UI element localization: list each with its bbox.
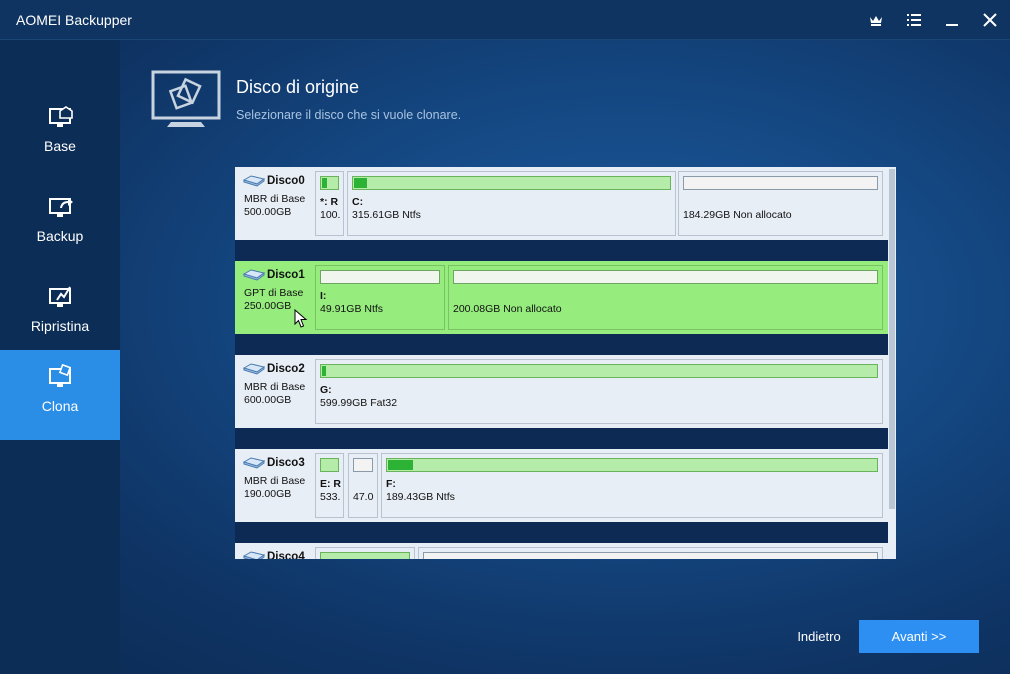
partition-letter: I:: [320, 290, 327, 302]
title-bar: AOMEI Backupper: [0, 0, 1010, 40]
partition-info: 315.61GB Ntfs: [352, 209, 421, 221]
partition[interactable]: C: 315.61GB Ntfs: [347, 171, 676, 236]
scrollbar-thumb[interactable]: [889, 169, 895, 509]
partition-usage-bar: [320, 458, 339, 472]
clone-monitor-icon: [48, 363, 74, 390]
partition-letter: E: R: [320, 478, 341, 490]
disk-size: 250.00GB: [244, 300, 292, 312]
disk-name: Disco1: [267, 269, 305, 281]
partition-letter: *: R: [320, 196, 339, 208]
next-button[interactable]: Avanti >>: [859, 620, 979, 653]
sidebar-item-ripristina[interactable]: Ripristina: [0, 270, 120, 360]
home-monitor-icon: [48, 104, 74, 130]
partition-info: 47.0: [353, 491, 374, 503]
disk-name: Disco3: [267, 457, 305, 469]
disk-clone-header-icon: [151, 70, 221, 128]
sidebar-item-clona[interactable]: Clona: [0, 350, 120, 440]
disk-size: 190.00GB: [244, 488, 292, 500]
sidebar-item-label: Base: [44, 138, 76, 154]
partition-info: 189.43GB Ntfs: [386, 491, 455, 503]
disk-name: Disco4: [267, 551, 305, 559]
partition-unallocated[interactable]: 184.29GB Non allocato: [678, 171, 883, 236]
menu-list-icon[interactable]: [904, 10, 924, 30]
disk-type: MBR di Base: [244, 193, 306, 205]
disk-row-disco2[interactable]: Disco2 MBR di Base 600.00GB G: 599.99GB …: [235, 355, 888, 428]
partition-usage-bar: [320, 552, 410, 559]
sidebar-item-label: Clona: [41, 398, 79, 414]
disk-icon: [243, 551, 265, 559]
partition-usage-bar: [353, 458, 373, 472]
upgrade-crown-icon[interactable]: [866, 10, 886, 30]
partition-letter: F:: [386, 478, 396, 490]
partition[interactable]: F: 189.43GB Ntfs: [381, 453, 883, 518]
disk-icon: [243, 175, 265, 187]
list-separator: [235, 428, 888, 449]
partition-unallocated[interactable]: 47.0: [348, 453, 378, 518]
disk-row-disco3[interactable]: Disco3 MBR di Base 190.00GB E: R 533. 47…: [235, 449, 888, 522]
disk-icon: [243, 363, 265, 375]
disk-name: Disco2: [267, 363, 305, 375]
backup-monitor-icon: [48, 194, 74, 220]
back-button[interactable]: Indietro: [786, 620, 852, 653]
disk-size: 500.00GB: [244, 206, 292, 218]
partition-usage-bar: [683, 176, 878, 190]
disk-row-disco0[interactable]: Disco0 MBR di Base 500.00GB *: R 100. C:…: [235, 167, 888, 240]
disk-size: 600.00GB: [244, 394, 292, 406]
partition[interactable]: [315, 547, 415, 559]
sidebar-item-base[interactable]: Base: [0, 90, 120, 180]
list-separator: [235, 240, 888, 261]
disk-row-disco1[interactable]: Disco1 GPT di Base 250.00GB I: 49.91GB N…: [235, 261, 888, 334]
disk-type: MBR di Base: [244, 381, 306, 393]
disk-type: GPT di Base: [244, 287, 304, 299]
sidebar-item-label: Backup: [36, 228, 84, 244]
list-separator: [235, 522, 888, 543]
disk-list: Disco0 MBR di Base 500.00GB *: R 100. C:…: [235, 167, 896, 559]
partition-usage-bar: [386, 458, 878, 472]
partition-info: 100.: [320, 209, 341, 221]
partition-unallocated[interactable]: [418, 547, 883, 559]
partition-info: 49.91GB Ntfs: [320, 303, 384, 315]
disk-row-disco4[interactable]: Disco4: [235, 543, 888, 559]
sidebar-item-backup[interactable]: Backup: [0, 180, 120, 270]
mouse-cursor-icon: [294, 308, 308, 329]
partition-usage-bar: [423, 552, 878, 559]
partition[interactable]: I: 49.91GB Ntfs: [315, 265, 445, 330]
partition-info: 599.99GB Fat32: [320, 397, 398, 409]
partition[interactable]: *: R 100.: [315, 171, 344, 236]
partition-usage-bar: [320, 176, 339, 190]
close-icon[interactable]: [980, 10, 1000, 30]
disk-type: MBR di Base: [244, 475, 306, 487]
partition-usage-bar: [320, 270, 440, 284]
partition-usage-bar: [352, 176, 671, 190]
partition-unallocated[interactable]: 200.08GB Non allocato: [448, 265, 883, 330]
restore-monitor-icon: [48, 284, 74, 310]
disk-name: Disco0: [267, 175, 305, 187]
partition-info: 200.08GB Non allocato: [453, 303, 562, 315]
partition-info: 184.29GB Non allocato: [683, 209, 792, 221]
disk-icon: [243, 457, 265, 469]
partition-letter: G:: [320, 384, 332, 396]
partition-info: 533.: [320, 491, 341, 503]
window-title: AOMEI Backupper: [16, 12, 132, 28]
partition-usage-bar: [453, 270, 878, 284]
partition-letter: C:: [352, 196, 364, 208]
partition[interactable]: G: 599.99GB Fat32: [315, 359, 883, 424]
minimize-icon[interactable]: [942, 10, 962, 30]
sidebar-item-label: Ripristina: [30, 318, 90, 334]
sidebar: Base Backup Ripristina Clona: [0, 40, 120, 674]
page-subtitle: Selezionare il disco che si vuole clonar…: [236, 108, 462, 122]
page-title: Disco di origine: [236, 77, 360, 97]
disk-list-scrollbar[interactable]: [888, 167, 896, 559]
disk-icon: [243, 269, 265, 281]
partition-usage-bar: [320, 364, 878, 378]
list-separator: [235, 334, 888, 355]
partition[interactable]: E: R 533.: [315, 453, 344, 518]
